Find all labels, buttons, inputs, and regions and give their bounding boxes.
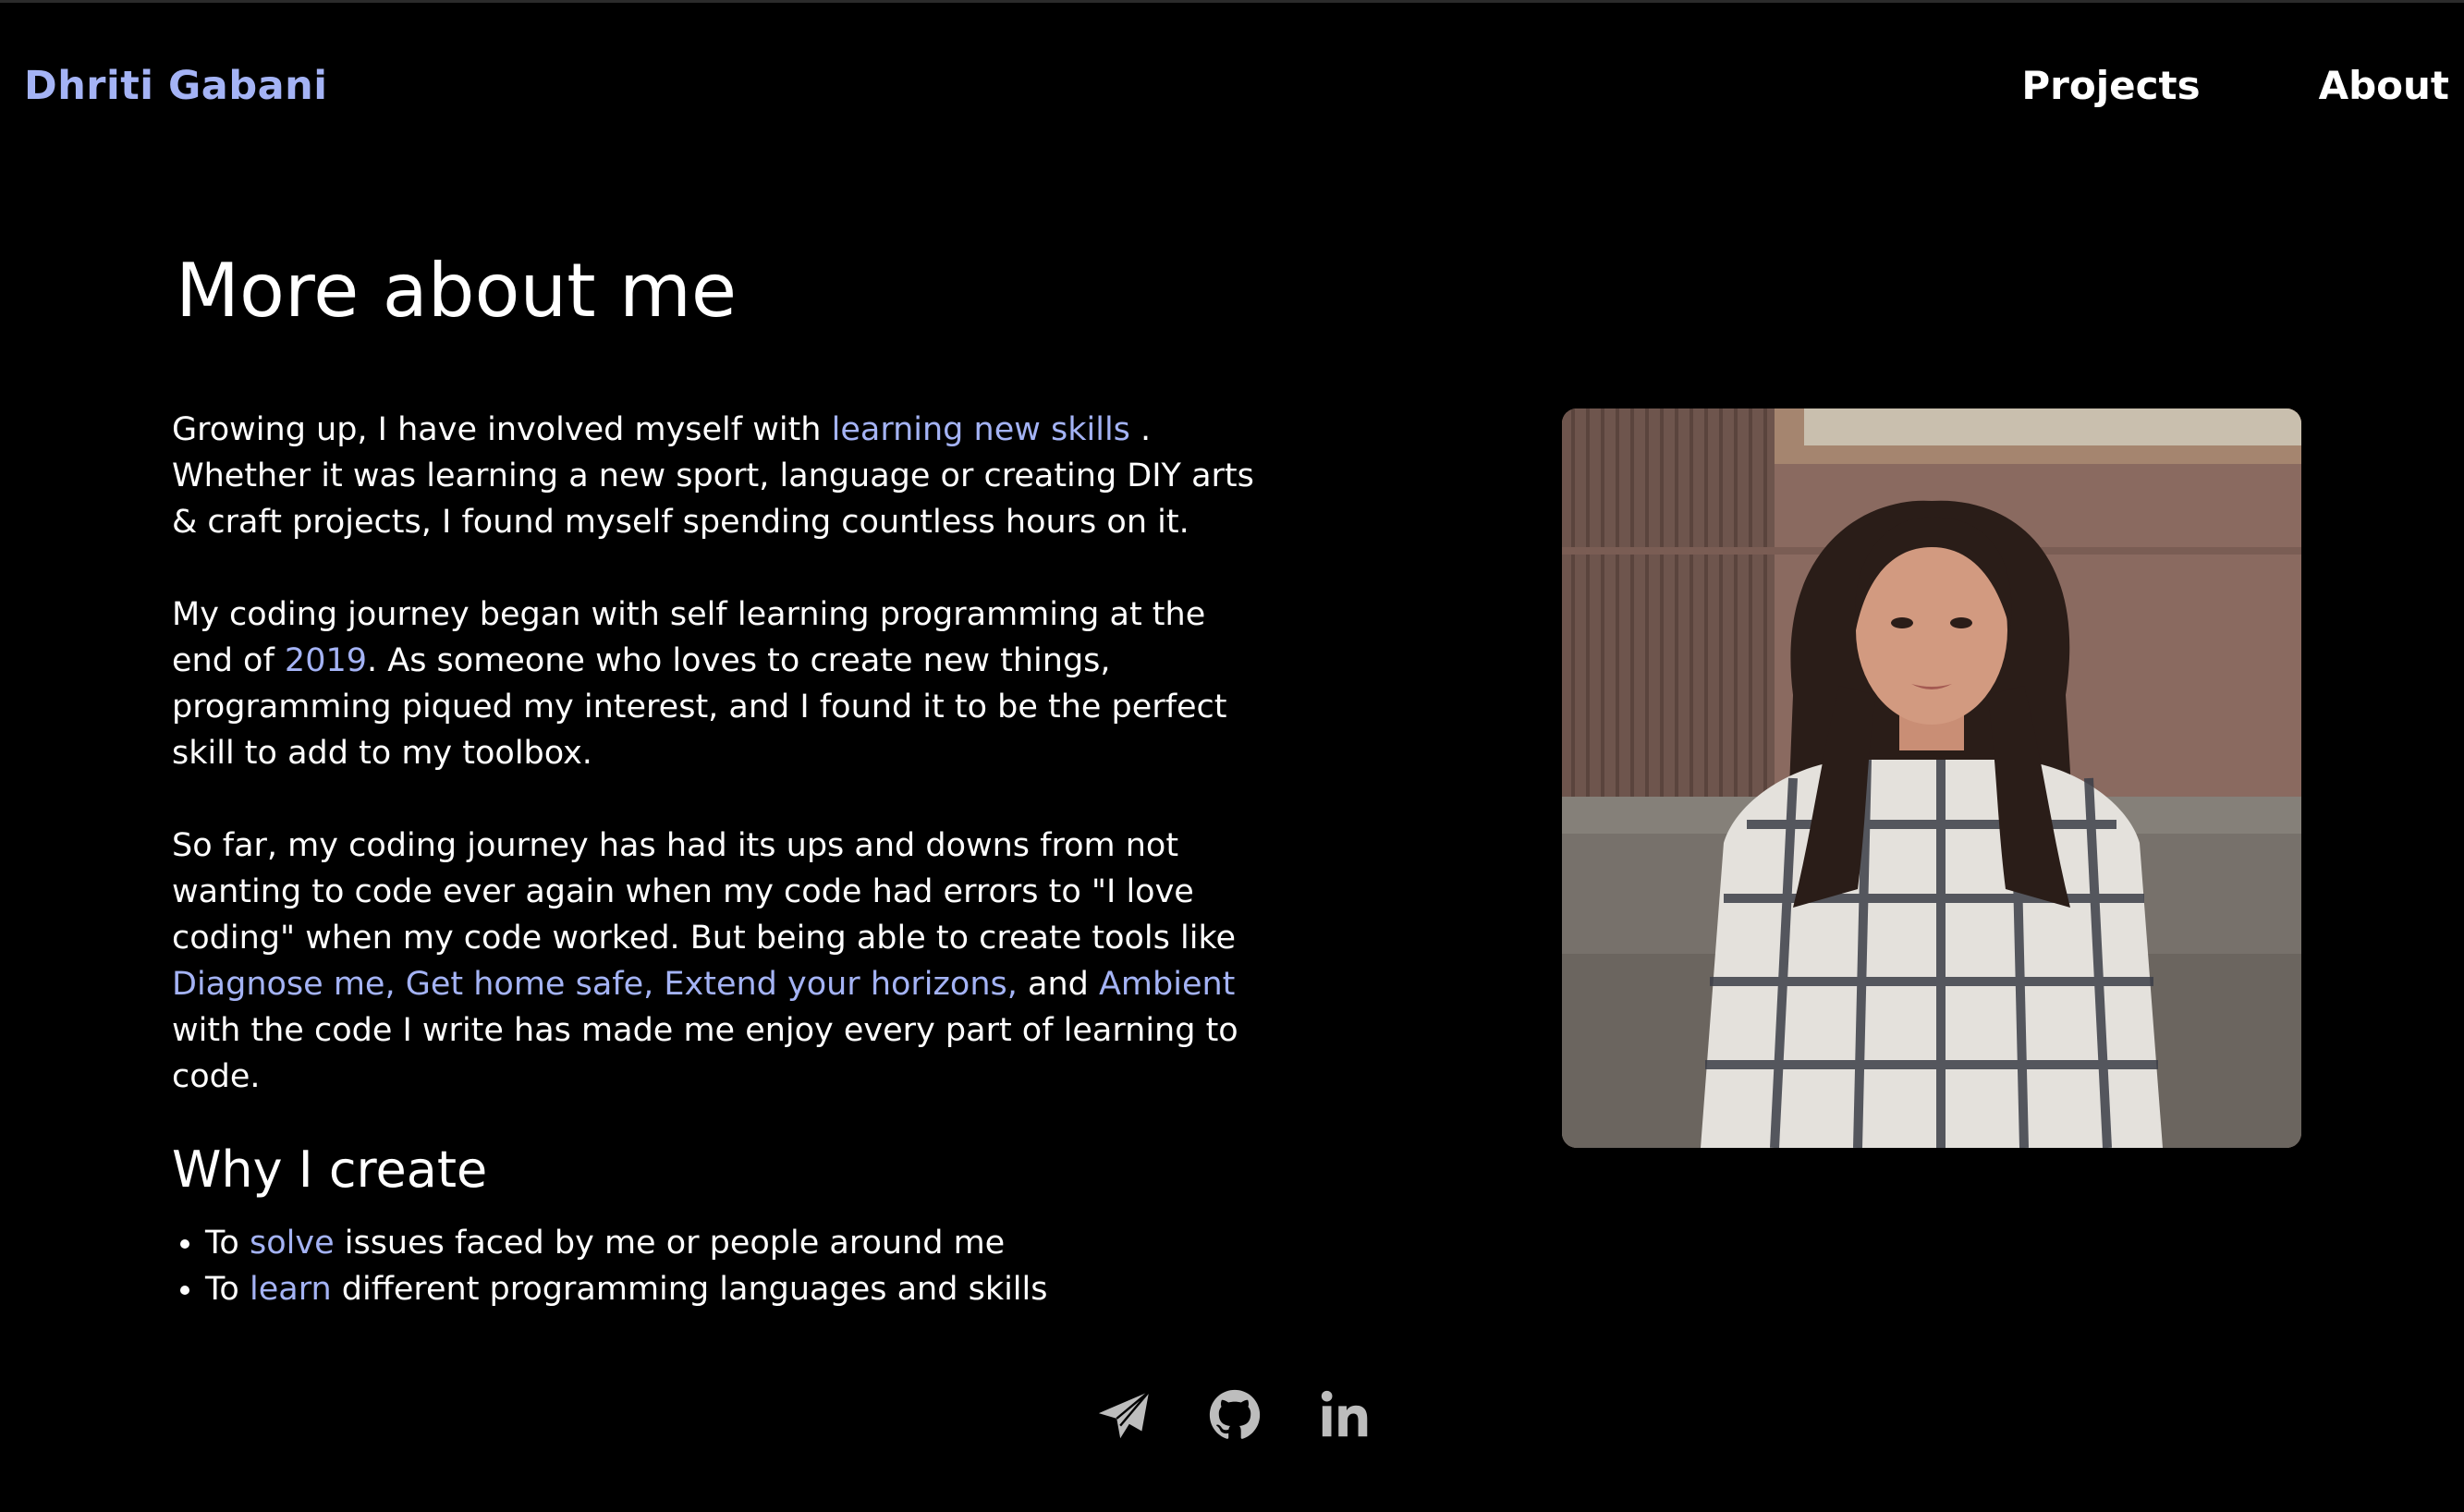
project-link-ambient[interactable]: Ambient [1099,966,1235,1003]
page-title: More about me [176,248,738,334]
text: issues faced by me or people around me [334,1225,1006,1262]
text: and [1017,966,1099,1003]
project-link-extend-your-horizons[interactable]: Extend your horizons, [664,966,1017,1003]
why-heading: Why I create [172,1140,488,1199]
bio-section: Growing up, I have involved myself with … [172,407,1262,1146]
learn-highlight: learn [249,1271,332,1308]
linkedin-icon-glyph [1321,1390,1368,1437]
nav-link-about[interactable]: About [2319,61,2449,111]
text: with the code I write has made me enjoy … [172,1012,1238,1095]
list-item: To solve issues faced by me or people ar… [205,1220,1048,1266]
list-item: To learn different programming languages… [205,1266,1048,1312]
text: So far, my coding journey has had its up… [172,827,1237,957]
text: different programming languages and skil… [331,1271,1048,1308]
solve-highlight: solve [249,1225,335,1262]
main-nav: Projects About [2021,61,2449,111]
brand-logo-link[interactable]: Dhriti Gabani [24,61,327,111]
text: To [205,1271,250,1308]
github-icon[interactable] [1206,1386,1263,1444]
send-icon[interactable] [1095,1386,1153,1444]
text: To [205,1225,250,1262]
year-highlight: 2019 [284,642,367,679]
bio-paragraph-2: My coding journey began with self learni… [172,591,1262,776]
github-icon-glyph [1209,1389,1261,1439]
project-link-get-home-safe[interactable]: Get home safe, [406,966,654,1003]
profile-photo [1562,408,2301,1148]
project-link-diagnose-me[interactable]: Diagnose me, [172,966,396,1003]
learning-skills-link[interactable]: learning new skills [832,411,1130,448]
bio-paragraph-3: So far, my coding journey has had its up… [172,823,1262,1100]
bio-paragraph-1: Growing up, I have involved myself with … [172,407,1262,545]
send-icon-glyph [1098,1390,1151,1439]
profile-photo-illustration [1562,408,2301,1148]
social-links [1095,1386,1374,1444]
top-divider [0,0,2464,3]
text: Growing up, I have involved myself with [172,411,832,448]
why-list: To solve issues faced by me or people ar… [172,1220,1048,1312]
linkedin-icon[interactable] [1317,1386,1374,1444]
nav-link-projects[interactable]: Projects [2021,61,2200,111]
